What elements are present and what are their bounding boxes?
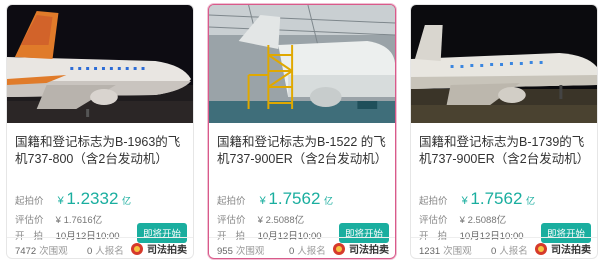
eval-price-row: 评估价 ¥ 2.5088亿 [419, 212, 506, 226]
start-price-value: 1.7562 [470, 189, 523, 208]
court-emblem-icon [333, 242, 345, 255]
applicants-count: 0 人报名 [289, 246, 326, 257]
start-price-row: 起拍价 ¥ 1.7562 亿 [217, 189, 333, 209]
start-price-label: 起拍价 [419, 196, 448, 207]
eval-price-label: 评估价 [217, 215, 246, 226]
start-price-row: 起拍价 ¥ 1.2332 亿 [15, 189, 131, 209]
aircraft-photo[interactable] [411, 5, 597, 123]
court-emblem-icon [535, 242, 547, 255]
card-footer: 7472 次围观 0 人报名 司法拍卖 [7, 237, 193, 258]
eval-price-value: ¥ 2.5088亿 [459, 215, 507, 226]
judicial-auction-tag: 司法拍卖 [333, 241, 389, 256]
auction-title[interactable]: 国籍和登记标志为B-1963的飞机737-800（含2台发动机） [15, 134, 187, 168]
auction-card[interactable]: 国籍和登记标志为B-1739的飞机737-900ER（含2台发动机） 起拍价 ¥… [410, 4, 598, 259]
eval-price-label: 评估价 [419, 215, 448, 226]
auction-card[interactable]: 国籍和登记标志为B-1522 的飞机737-900ER（含2台发动机） 起拍价 … [208, 4, 396, 259]
aircraft-photo[interactable] [209, 5, 395, 123]
judicial-auction-tag: 司法拍卖 [535, 241, 591, 256]
applicants-count: 0 人报名 [87, 246, 124, 257]
views-count: 955 次围观 [217, 246, 265, 257]
start-price-label: 起拍价 [217, 196, 246, 207]
start-price-unit: 亿 [122, 196, 132, 206]
currency-symbol: ¥ [259, 195, 266, 207]
eval-price-row: 评估价 ¥ 2.5088亿 [217, 212, 304, 226]
start-price-unit: 亿 [526, 196, 536, 206]
auction-title[interactable]: 国籍和登记标志为B-1739的飞机737-900ER（含2台发动机） [419, 134, 591, 168]
currency-symbol: ¥ [57, 195, 64, 207]
start-price-value: 1.7562 [268, 189, 321, 208]
card-footer: 955 次围观 0 人报名 司法拍卖 [209, 237, 395, 258]
views-count: 1231 次围观 [419, 246, 472, 257]
auction-title[interactable]: 国籍和登记标志为B-1522 的飞机737-900ER（含2台发动机） [217, 134, 389, 168]
eval-price-label: 评估价 [15, 215, 44, 226]
eval-price-value: ¥ 1.7616亿 [55, 215, 103, 226]
applicants-count: 0 人报名 [491, 246, 528, 257]
start-price-value: 1.2332 [66, 189, 119, 208]
start-price-label: 起拍价 [15, 196, 44, 207]
eval-price-row: 评估价 ¥ 1.7616亿 [15, 212, 102, 226]
aircraft-photo[interactable] [7, 5, 193, 123]
auction-card[interactable]: 国籍和登记标志为B-1963的飞机737-800（含2台发动机） 起拍价 ¥ 1… [6, 4, 194, 259]
court-emblem-icon [131, 242, 143, 255]
currency-symbol: ¥ [461, 195, 468, 207]
eval-price-value: ¥ 2.5088亿 [257, 215, 305, 226]
start-price-row: 起拍价 ¥ 1.7562 亿 [419, 189, 535, 209]
views-count: 7472 次围观 [15, 246, 68, 257]
start-price-unit: 亿 [324, 196, 334, 206]
card-footer: 1231 次围观 0 人报名 司法拍卖 [411, 237, 597, 258]
judicial-auction-tag: 司法拍卖 [131, 241, 187, 256]
